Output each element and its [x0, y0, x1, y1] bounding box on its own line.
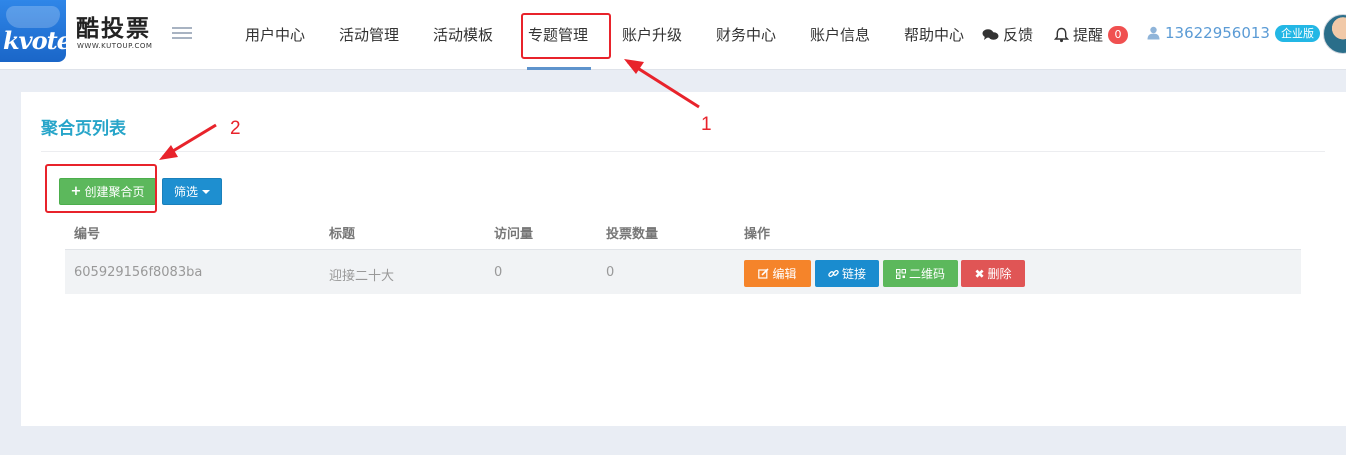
- feedback-label: 反馈: [1003, 26, 1034, 44]
- filter-dropdown-button[interactable]: 筛选: [162, 178, 222, 205]
- filter-button-label: 筛选: [173, 185, 198, 199]
- aggregate-page-panel: 聚合页列表 + 创建聚合页 筛选 编号 标题 访问量 投票数量 操作 60592…: [21, 92, 1346, 426]
- nav-account-upgrade[interactable]: 账户升级: [622, 24, 682, 45]
- nav-account-info[interactable]: 账户信息: [810, 24, 870, 45]
- avatar[interactable]: [1323, 14, 1346, 54]
- reminder-count-badge: 0: [1108, 25, 1129, 44]
- edit-label: 编辑: [772, 267, 797, 281]
- column-header-id: 编号: [74, 227, 101, 242]
- create-button-label: 创建聚合页: [84, 185, 145, 199]
- annotation-label-2: 2: [230, 118, 241, 139]
- active-nav-underline: [527, 67, 591, 70]
- kvote-logo[interactable]: kvote: [0, 0, 66, 62]
- table-row: [65, 249, 1301, 294]
- brand-url: WWW.KUTOUP.COM: [77, 42, 153, 50]
- logo-mark: kvote: [3, 26, 66, 55]
- column-header-actions: 操作: [744, 227, 771, 242]
- column-header-title: 标题: [329, 227, 356, 242]
- user-phone: 13622956013: [1165, 24, 1270, 42]
- page-title: 聚合页列表: [41, 119, 126, 139]
- link-icon: [828, 269, 839, 278]
- column-header-votes: 投票数量: [606, 227, 659, 242]
- qrcode-label: 二维码: [908, 267, 945, 281]
- logo-shine: [6, 6, 60, 28]
- edit-icon: [758, 268, 770, 279]
- delete-button[interactable]: ✖ 删除: [961, 260, 1025, 287]
- nav-activity-template[interactable]: 活动模板: [433, 24, 493, 45]
- close-icon: ✖: [974, 266, 985, 281]
- feedback-link[interactable]: 反馈: [982, 24, 1033, 45]
- nav-activity-manage[interactable]: 活动管理: [339, 24, 399, 45]
- nav-topic-manage[interactable]: 专题管理: [528, 24, 588, 45]
- nav-help-center[interactable]: 帮助中心: [904, 24, 964, 45]
- qrcode-button[interactable]: 二维码: [883, 260, 958, 287]
- chat-icon: [982, 28, 999, 40]
- user-icon: [1147, 26, 1160, 40]
- top-header: kvote 酷投票 WWW.KUTOUP.COM 用户中心 活动管理 活动模板 …: [0, 0, 1346, 70]
- column-header-visits: 访问量: [494, 227, 534, 242]
- row-visits: 0: [494, 265, 503, 280]
- create-aggregate-page-button[interactable]: + 创建聚合页: [59, 178, 156, 205]
- caret-down-icon: [202, 189, 210, 194]
- bell-icon: [1054, 27, 1069, 42]
- nav-user-center[interactable]: 用户中心: [245, 24, 305, 45]
- reminder-label: 提醒: [1073, 26, 1104, 44]
- plus-icon: +: [70, 184, 82, 199]
- link-button[interactable]: 链接: [815, 260, 879, 287]
- edit-button[interactable]: 编辑: [744, 260, 811, 287]
- user-account-link[interactable]: 13622956013 企业版: [1147, 24, 1320, 42]
- reminder-link[interactable]: 提醒 0: [1054, 24, 1129, 45]
- brand-name: 酷投票: [76, 16, 151, 42]
- row-title: 迎接二十大: [329, 269, 395, 284]
- title-divider: [41, 151, 1325, 152]
- qrcode-icon: [895, 268, 906, 279]
- menu-toggle-icon[interactable]: [172, 27, 192, 41]
- nav-finance-center[interactable]: 财务中心: [716, 24, 776, 45]
- edition-badge: 企业版: [1274, 24, 1320, 42]
- annotation-label-1: 1: [701, 114, 712, 135]
- row-id: 605929156f8083ba: [74, 265, 203, 280]
- delete-label: 删除: [987, 267, 1012, 281]
- row-votes: 0: [606, 265, 615, 280]
- link-label: 链接: [841, 267, 866, 281]
